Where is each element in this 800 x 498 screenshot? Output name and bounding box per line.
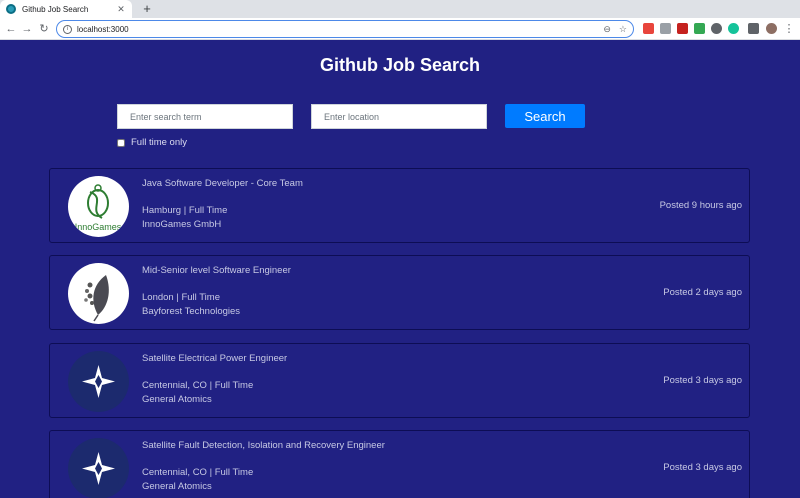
job-posted: Posted 3 days ago	[663, 462, 742, 473]
reload-icon[interactable]: ↻	[36, 21, 52, 37]
extension-icon[interactable]	[711, 23, 722, 34]
job-location: Hamburg | Full Time	[142, 205, 228, 216]
browser-tabstrip: Github Job Search ✕ +	[0, 0, 800, 18]
company-logo	[68, 263, 129, 324]
puzzle-icon[interactable]	[748, 23, 759, 34]
job-title[interactable]: Java Software Developer - Core Team	[142, 178, 303, 189]
extension-icon[interactable]	[677, 23, 688, 34]
fulltime-filter[interactable]: Full time only	[117, 137, 187, 148]
bookmark-star-icon[interactable]: ☆	[619, 24, 627, 35]
favicon-icon	[6, 4, 16, 14]
avatar[interactable]	[766, 23, 777, 34]
search-button[interactable]: Search	[505, 104, 585, 128]
job-company: Bayforest Technologies	[142, 306, 241, 317]
svg-text:InnoGames: InnoGames	[75, 222, 122, 232]
job-card[interactable]: InnoGames Java Software Developer - Core…	[49, 168, 750, 243]
fulltime-checkbox[interactable]	[117, 138, 125, 147]
address-bar[interactable]: i localhost:3000 ⊖ ☆	[56, 20, 634, 38]
browser-toolbar: ← → ↻ i localhost:3000 ⊖ ☆ ⋮	[0, 18, 800, 40]
forward-icon[interactable]: →	[19, 21, 35, 37]
company-logo	[68, 438, 129, 498]
fulltime-label: Full time only	[131, 137, 187, 148]
menu-icon[interactable]: ⋮	[781, 21, 797, 37]
page-title: Github Job Search	[319, 55, 481, 75]
extension-icon[interactable]	[660, 23, 671, 34]
job-location: Centennial, CO | Full Time	[142, 380, 254, 391]
extension-icon[interactable]	[643, 23, 654, 34]
info-icon[interactable]: i	[63, 24, 72, 34]
job-location: Centennial, CO | Full Time	[142, 467, 254, 478]
back-icon[interactable]: ←	[3, 21, 19, 37]
job-posted: Posted 3 days ago	[663, 375, 742, 386]
job-posted: Posted 2 days ago	[663, 287, 742, 298]
extension-icon[interactable]	[694, 23, 705, 34]
job-title[interactable]: Satellite Electrical Power Engineer	[142, 353, 287, 364]
zoom-icon[interactable]: ⊖	[603, 24, 611, 35]
job-location: London | Full Time	[142, 292, 220, 303]
job-card[interactable]: Satellite Electrical Power Engineer Cent…	[49, 343, 750, 418]
tab-close-icon[interactable]: ✕	[116, 4, 126, 15]
tab-title: Github Job Search	[22, 4, 89, 14]
job-card[interactable]: Satellite Fault Detection, Isolation and…	[49, 430, 750, 498]
location-input[interactable]	[311, 104, 487, 129]
job-company: General Atomics	[142, 481, 212, 492]
job-card[interactable]: Mid-Senior level Software Engineer Londo…	[49, 255, 750, 330]
url-text[interactable]: localhost:3000	[77, 25, 595, 34]
browser-tab[interactable]: Github Job Search ✕	[0, 0, 132, 18]
search-input[interactable]	[117, 104, 293, 129]
job-title[interactable]: Satellite Fault Detection, Isolation and…	[142, 440, 385, 451]
company-logo: InnoGames	[68, 176, 129, 237]
job-company: InnoGames GmbH	[142, 219, 222, 230]
company-logo	[68, 351, 129, 412]
job-title[interactable]: Mid-Senior level Software Engineer	[142, 265, 291, 276]
job-posted: Posted 9 hours ago	[659, 200, 742, 211]
job-company: General Atomics	[142, 394, 212, 405]
grammarly-icon[interactable]	[728, 23, 739, 34]
new-tab-button[interactable]: +	[139, 1, 155, 17]
